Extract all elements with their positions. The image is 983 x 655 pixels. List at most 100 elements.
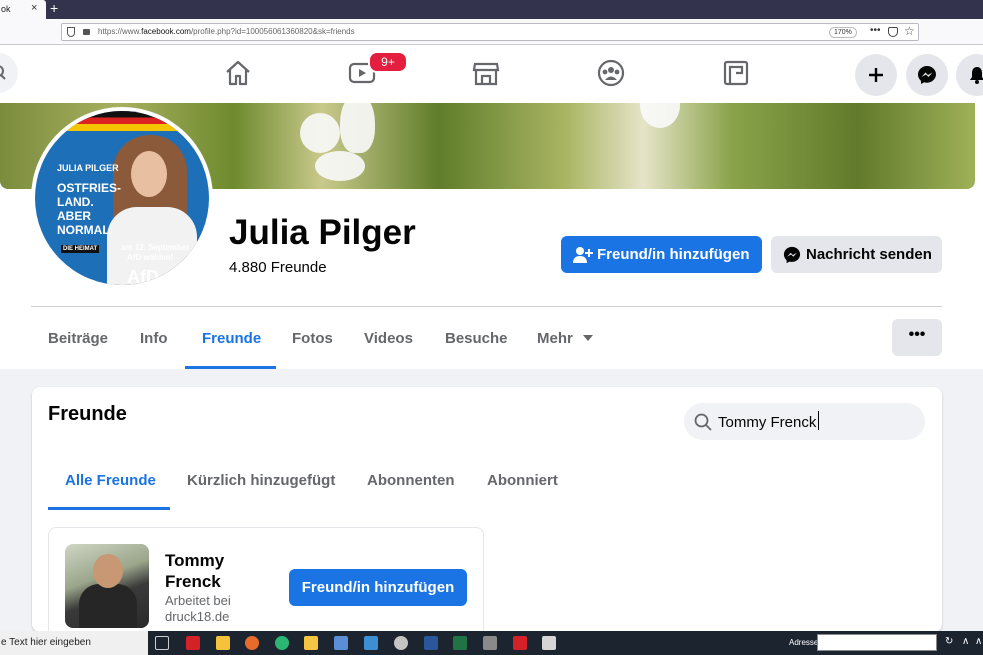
avatar-text-line: AfD	[127, 267, 159, 285]
pocket-icon[interactable]	[888, 27, 898, 37]
profile-divider	[31, 306, 942, 307]
home-icon[interactable]	[224, 59, 252, 87]
browser-tab[interactable]: ok ×	[0, 0, 46, 19]
friends-section-title: Freunde	[48, 403, 127, 425]
chevron-down-icon[interactable]	[583, 335, 593, 341]
tab-info[interactable]: Info	[140, 330, 168, 347]
avatar-text-line: OSTFRIES-	[57, 181, 122, 195]
list-item: Tommy Frenck Arbeitet bei druck18.de Fre…	[48, 527, 484, 637]
address-label: Adresse	[789, 638, 819, 647]
tab-friends[interactable]: Freunde	[202, 330, 261, 347]
tab-following[interactable]: Abonniert	[487, 472, 558, 489]
bell-icon	[970, 67, 983, 84]
refresh-icon[interactable]: ↻	[945, 636, 953, 647]
firefox-icon[interactable]	[245, 636, 259, 650]
friend-avatar[interactable]	[65, 544, 149, 628]
page-actions-icon[interactable]: •••	[870, 25, 881, 36]
tab-photos[interactable]: Fotos	[292, 330, 333, 347]
search-icon	[0, 65, 6, 80]
add-friend-label: Freund/in hinzufügen	[597, 246, 750, 263]
bookmark-star-icon[interactable]: ☆	[904, 24, 915, 38]
profile-header: JULIA PILGER OSTFRIES- LAND. ABER NORMAL…	[0, 103, 983, 369]
cover-flower	[315, 151, 365, 181]
marketplace-icon[interactable]	[472, 59, 500, 87]
friends-count[interactable]: 4.880 Freunde	[229, 259, 327, 276]
avatar-face	[131, 151, 167, 197]
friend-avatar-body	[79, 584, 137, 628]
messenger-icon	[918, 66, 936, 84]
tab-recently-added[interactable]: Kürzlich hinzugefügt	[187, 472, 335, 489]
friend-name[interactable]: Tommy Frenck	[165, 550, 275, 592]
tab-more[interactable]: Mehr	[537, 330, 573, 347]
chevron-up-icon[interactable]: ∧	[975, 636, 982, 647]
profile-picture: JULIA PILGER OSTFRIES- LAND. ABER NORMAL…	[35, 111, 209, 285]
messenger-icon	[783, 246, 801, 264]
more-options-button[interactable]: •••	[892, 319, 942, 356]
acrobat-icon[interactable]	[513, 636, 527, 650]
edge-icon[interactable]	[275, 636, 289, 650]
add-friend-icon	[573, 247, 593, 263]
profile-picture-frame[interactable]: JULIA PILGER OSTFRIES- LAND. ABER NORMAL…	[31, 107, 213, 289]
messenger-button[interactable]	[906, 54, 948, 96]
word-icon[interactable]	[424, 636, 438, 650]
add-friend-button[interactable]: Freund/in hinzufügen	[289, 569, 467, 606]
tab-checkins[interactable]: Besuche	[445, 330, 508, 347]
profile-name: Julia Pilger	[229, 213, 416, 252]
cover-flower	[640, 103, 680, 128]
taskbar-search-placeholder: e Text hier eingeben	[1, 637, 91, 648]
file-explorer-icon[interactable]	[304, 636, 318, 650]
browser-tab-strip: ok × +	[0, 0, 983, 19]
windows-taskbar: e Text hier eingeben Adresse ↻ ∧ ∧	[0, 631, 983, 655]
new-tab-button[interactable]: +	[50, 0, 58, 16]
app-icon[interactable]	[542, 636, 556, 650]
address-toolbar-input[interactable]	[817, 634, 937, 651]
plus-icon	[869, 68, 883, 82]
url-text[interactable]: https://www.facebook.com/profile.php?id=…	[98, 27, 355, 36]
tab-videos[interactable]: Videos	[364, 330, 413, 347]
active-tab-indicator	[48, 507, 170, 510]
groups-icon[interactable]	[597, 59, 625, 87]
calculator-icon[interactable]	[483, 636, 497, 650]
tab-followers[interactable]: Abonnenten	[367, 472, 455, 489]
browser-navbar: https://www.facebook.com/profile.php?id=…	[0, 19, 983, 45]
gaming-icon[interactable]	[722, 59, 750, 87]
send-message-button[interactable]: Nachricht senden	[771, 236, 942, 273]
shield-icon[interactable]	[67, 27, 75, 37]
app-d-icon[interactable]	[186, 636, 200, 650]
chevron-up-icon[interactable]: ∧	[962, 636, 969, 647]
search-icon	[694, 413, 712, 431]
tab-all-friends[interactable]: Alle Freunde	[65, 472, 156, 489]
task-view-icon[interactable]	[155, 636, 169, 650]
tab-posts[interactable]: Beiträge	[48, 330, 108, 347]
notes-icon[interactable]	[216, 636, 230, 650]
avatar-text-line: AfD wählen!	[127, 253, 174, 262]
text-cursor	[818, 411, 819, 430]
taskbar-search[interactable]: e Text hier eingeben	[0, 631, 148, 655]
add-friend-button[interactable]: Freund/in hinzufügen	[561, 236, 762, 273]
friends-section: Freunde Alle Freunde Kürzlich hinzugefüg…	[32, 387, 942, 637]
app-icon[interactable]	[394, 636, 408, 650]
avatar-text-line: am 12. September	[121, 243, 190, 252]
mail-icon[interactable]	[364, 636, 378, 650]
notification-badge: 9+	[368, 51, 408, 73]
notifications-button[interactable]	[956, 54, 983, 96]
url-bar[interactable]: https://www.facebook.com/profile.php?id=…	[61, 23, 919, 41]
send-message-label: Nachricht senden	[806, 246, 932, 263]
active-tab-indicator	[185, 366, 276, 369]
avatar-text-line: ABER	[57, 209, 92, 223]
avatar-badge: DIE HEIMAT	[61, 245, 100, 253]
facebook-header: 9+	[0, 45, 983, 103]
friend-avatar-head	[93, 554, 123, 588]
avatar-text-line: LAND.	[57, 195, 94, 209]
avatar-text-line: JULIA PILGER	[57, 163, 119, 173]
friend-subtitle: Arbeitet bei druck18.de	[165, 593, 231, 624]
zoom-level[interactable]: 170%	[829, 27, 857, 38]
lock-icon[interactable]	[83, 29, 90, 35]
avatar-flag-stripe	[35, 111, 209, 131]
create-button[interactable]	[855, 54, 897, 96]
search-button[interactable]	[0, 53, 18, 93]
store-icon[interactable]	[334, 636, 348, 650]
friends-search[interactable]	[684, 403, 925, 440]
excel-icon[interactable]	[453, 636, 467, 650]
close-tab-icon[interactable]: ×	[31, 2, 37, 14]
